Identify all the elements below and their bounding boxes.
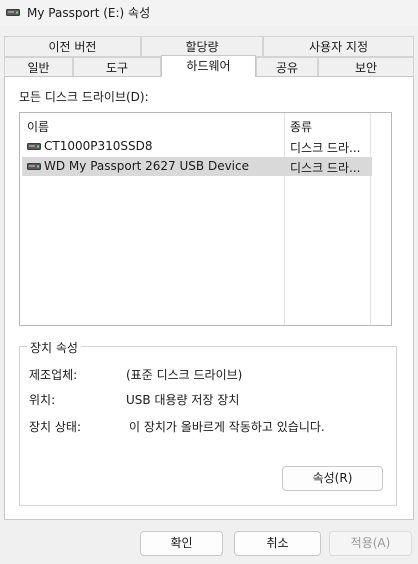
device-status-value: 이 장치가 올바르게 작동하고 있습니다. [129, 420, 325, 434]
drives-list[interactable]: 이름 종류 CT1000P310SSD8 디스크 드라... WD My Pas… [19, 112, 392, 326]
tab-label: 할당량 [185, 40, 219, 54]
drive-icon [6, 9, 20, 16]
location-value: USB 대용량 저장 장치 [126, 393, 240, 407]
window-title: My Passport (E:) 속성 [27, 6, 151, 20]
drives-label: 모든 디스크 드라이브(D): [19, 90, 149, 104]
drive-name: CT1000P310SSD8 [44, 139, 153, 153]
location-label: 위치: [29, 393, 56, 407]
tab-label: 공유 [275, 61, 299, 75]
device-status-label: 장치 상태: [29, 420, 82, 434]
list-item-selected[interactable]: WD My Passport 2627 USB Device 디스크 드라... [22, 157, 372, 176]
title-bar: My Passport (E:) 속성 [0, 0, 418, 26]
tab-label: 보안 [354, 61, 378, 75]
tab-hardware[interactable]: 하드웨어 [161, 55, 256, 77]
ok-button[interactable]: 확인 [140, 531, 223, 556]
drive-name: WD My Passport 2627 USB Device [44, 159, 249, 173]
list-item[interactable]: CT1000P310SSD8 디스크 드라... [22, 137, 372, 156]
manufacturer-value: (표준 디스크 드라이브) [126, 368, 243, 382]
properties-button[interactable]: 속성(R) [282, 466, 383, 491]
tab-label: 하드웨어 [186, 59, 231, 73]
column-header-type[interactable]: 종류 [290, 118, 312, 135]
tab-security[interactable]: 보안 [318, 57, 414, 77]
drive-icon [27, 163, 41, 170]
drive-type: 디스크 드라... [290, 161, 361, 175]
cancel-button[interactable]: 취소 [234, 531, 321, 556]
tab-label: 이전 버전 [48, 40, 97, 54]
column-header-name[interactable]: 이름 [27, 118, 49, 135]
tab-sharing[interactable]: 공유 [256, 57, 318, 77]
tab-label: 일반 [27, 61, 50, 75]
tab-general[interactable]: 일반 [4, 57, 73, 77]
manufacturer-label: 제조업체: [29, 368, 78, 382]
tab-label: 도구 [105, 61, 129, 75]
drive-icon [27, 143, 41, 150]
apply-button[interactable]: 적용(A) [329, 531, 412, 556]
tab-customize[interactable]: 사용자 지정 [263, 36, 414, 57]
tab-quota[interactable]: 할당량 [141, 36, 263, 57]
tab-tools[interactable]: 도구 [73, 57, 161, 77]
tab-label: 사용자 지정 [308, 40, 368, 54]
device-properties-title: 장치 속성 [27, 339, 81, 356]
tab-previous-versions[interactable]: 이전 버전 [4, 36, 141, 57]
drive-type: 디스크 드라... [290, 141, 361, 155]
